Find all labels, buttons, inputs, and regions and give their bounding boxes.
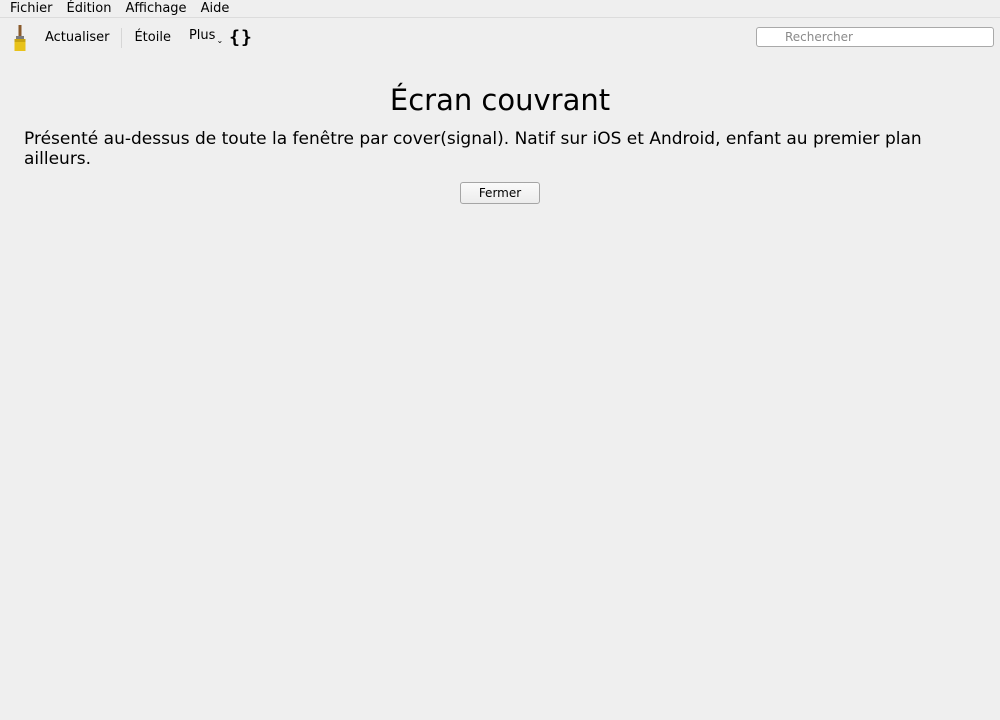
close-button-container: Fermer bbox=[0, 182, 1000, 204]
chevron-down-icon: ⌄ bbox=[216, 35, 224, 45]
braces-icon[interactable]: {} bbox=[229, 28, 253, 48]
page-title: Écran couvrant bbox=[389, 83, 611, 117]
menu-bar: Fichier Édition Affichage Aide bbox=[0, 0, 1000, 18]
plus-menu-button[interactable]: Plus⌄ bbox=[183, 26, 223, 51]
menu-aide[interactable]: Aide bbox=[194, 0, 237, 17]
etoile-button[interactable]: Étoile bbox=[128, 28, 177, 48]
actualiser-button[interactable]: Actualiser bbox=[39, 28, 115, 48]
menu-affichage[interactable]: Affichage bbox=[118, 0, 193, 17]
close-button[interactable]: Fermer bbox=[460, 182, 540, 204]
paintbrush-icon bbox=[14, 25, 26, 51]
description-text: Présenté au-dessus de toute la fenêtre p… bbox=[24, 129, 922, 169]
cover-screen: Écran couvrant Présenté au-dessus de tou… bbox=[0, 57, 1000, 204]
plus-label: Plus bbox=[188, 27, 216, 43]
menu-fichier[interactable]: Fichier bbox=[0, 0, 60, 17]
toolbar-separator bbox=[121, 28, 123, 48]
search-input[interactable] bbox=[756, 27, 994, 47]
toolbar: Actualiser Étoile Plus⌄ {} bbox=[0, 19, 1000, 57]
menu-edition[interactable]: Édition bbox=[60, 0, 119, 17]
